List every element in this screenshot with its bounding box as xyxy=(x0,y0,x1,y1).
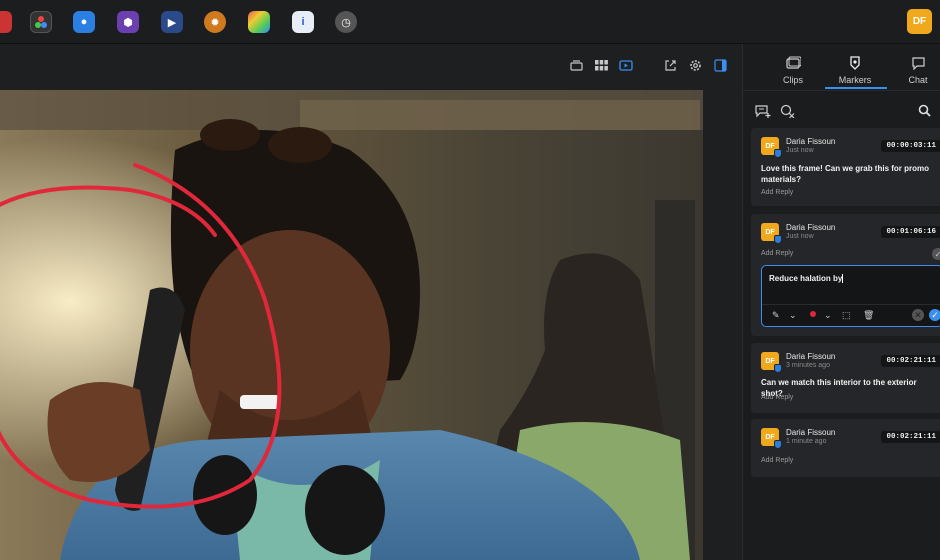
tab-markers[interactable]: Markers xyxy=(825,56,885,85)
shield-badge-icon xyxy=(774,235,782,244)
settings-icon[interactable] xyxy=(686,56,704,74)
comment-author: Daria Fissoun xyxy=(786,223,836,232)
video-viewer[interactable] xyxy=(0,90,703,560)
tab-chat-label: Chat xyxy=(908,75,928,85)
tab-clips-label: Clips xyxy=(782,75,803,85)
shield-badge-icon xyxy=(774,149,782,158)
top-app-bar: ● ⬢ ▶ ✹ i ◷ DF xyxy=(0,0,940,44)
finder-icon[interactable]: ● xyxy=(73,11,95,33)
comment-text: Love this frame! Can we grab this for pr… xyxy=(761,164,930,184)
chevron-down-icon[interactable]: ⌄ xyxy=(824,310,832,321)
cancel-icon[interactable]: ✕ xyxy=(912,309,924,321)
add-comment-icon[interactable] xyxy=(755,104,771,123)
comment-timecode[interactable]: 00:01:06:16 xyxy=(881,226,940,238)
comment-card[interactable]: DF Daria Fissoun 1 minute ago Ⅻ 00:02:21… xyxy=(751,419,940,477)
submit-icon[interactable]: ✓ xyxy=(929,309,940,321)
comment-author: Daria Fissoun xyxy=(786,352,836,361)
comment-timecode[interactable]: 00:00:03:11 xyxy=(881,140,940,152)
comment-card[interactable]: DF Daria Fissoun Just now 00:00:03:11 Lo… xyxy=(751,128,940,206)
info-icon[interactable]: i xyxy=(292,11,314,33)
trash-icon[interactable]: 🗑 xyxy=(863,310,874,321)
clear-markers-icon[interactable] xyxy=(780,104,795,123)
active-tab-indicator xyxy=(825,87,887,89)
editor-toolbar: ✎ ⌄ ⌄ ⬚ 🗑 ✕ ✓ xyxy=(762,304,940,326)
comment-author: Daria Fissoun xyxy=(786,428,836,437)
comment-time: 1 minute ago xyxy=(786,438,827,445)
add-reply-link[interactable]: Add Reply xyxy=(761,457,793,464)
app-icon[interactable] xyxy=(0,11,12,33)
viewer-gutter xyxy=(703,90,742,560)
comment-avatar: DF xyxy=(761,223,782,244)
comment-time: Just now xyxy=(786,147,814,154)
search-icon[interactable] xyxy=(918,104,931,122)
shield-badge-icon xyxy=(774,440,782,449)
share-icon[interactable] xyxy=(661,56,679,74)
comment-input-text: Reduce halation by xyxy=(769,274,843,283)
add-reply-link[interactable]: Add Reply xyxy=(761,394,793,401)
panel-divider xyxy=(743,90,940,91)
color-grid-icon[interactable] xyxy=(248,11,270,33)
comment-time: 3 minutes ago xyxy=(786,362,830,369)
tab-markers-label: Markers xyxy=(838,75,872,85)
panel-toggle-icon[interactable] xyxy=(711,56,729,74)
grid-view-icon[interactable] xyxy=(592,56,610,74)
chat-icon xyxy=(888,56,940,72)
chevron-down-icon[interactable]: ⌄ xyxy=(789,310,797,321)
settings-wheel-icon[interactable]: ✹ xyxy=(204,11,226,33)
video-view-icon[interactable] xyxy=(617,56,635,74)
color-dot-icon[interactable] xyxy=(810,311,816,317)
cube-app-icon[interactable]: ⬢ xyxy=(117,11,139,33)
comment-avatar: DF xyxy=(761,428,782,449)
comment-author: Daria Fissoun xyxy=(786,137,836,146)
add-reply-link[interactable]: Add Reply xyxy=(761,189,793,196)
media-player-icon[interactable]: ▶ xyxy=(161,11,183,33)
comment-timecode[interactable]: 00:02:21:11 xyxy=(881,431,940,443)
edit-state-icon[interactable]: ✓ xyxy=(932,248,940,260)
pen-tool-icon[interactable]: ✎ xyxy=(772,310,780,321)
shield-badge-icon xyxy=(774,364,782,373)
right-panel: Clips Markers Chat DF Daria Fissoun Just… xyxy=(742,44,940,560)
comment-avatar: DF xyxy=(761,137,782,158)
clock-icon[interactable]: ◷ xyxy=(335,11,357,33)
video-frame-image xyxy=(0,90,703,560)
clips-icon xyxy=(763,56,823,72)
comment-editor[interactable]: Reduce halation by ✎ ⌄ ⌄ ⬚ 🗑 ✕ ✓ xyxy=(761,265,940,327)
selection-tool-icon[interactable]: ⬚ xyxy=(842,310,851,321)
text-caret xyxy=(842,274,844,284)
comment-time: Just now xyxy=(786,233,814,240)
user-avatar[interactable]: DF xyxy=(907,9,932,34)
add-reply-link[interactable]: Add Reply xyxy=(761,250,793,257)
markers-icon xyxy=(825,56,885,72)
tab-chat[interactable]: Chat xyxy=(888,56,940,85)
tab-clips[interactable]: Clips xyxy=(763,56,823,85)
comment-avatar: DF xyxy=(761,352,782,373)
comment-input[interactable]: Reduce halation by xyxy=(769,274,844,284)
davinci-resolve-icon[interactable] xyxy=(30,11,52,33)
comment-timecode[interactable]: 00:02:21:11 xyxy=(881,355,940,367)
comment-card[interactable]: DF Daria Fissoun 3 minutes ago 00:02:21:… xyxy=(751,343,940,413)
layout-icon[interactable] xyxy=(567,56,585,74)
